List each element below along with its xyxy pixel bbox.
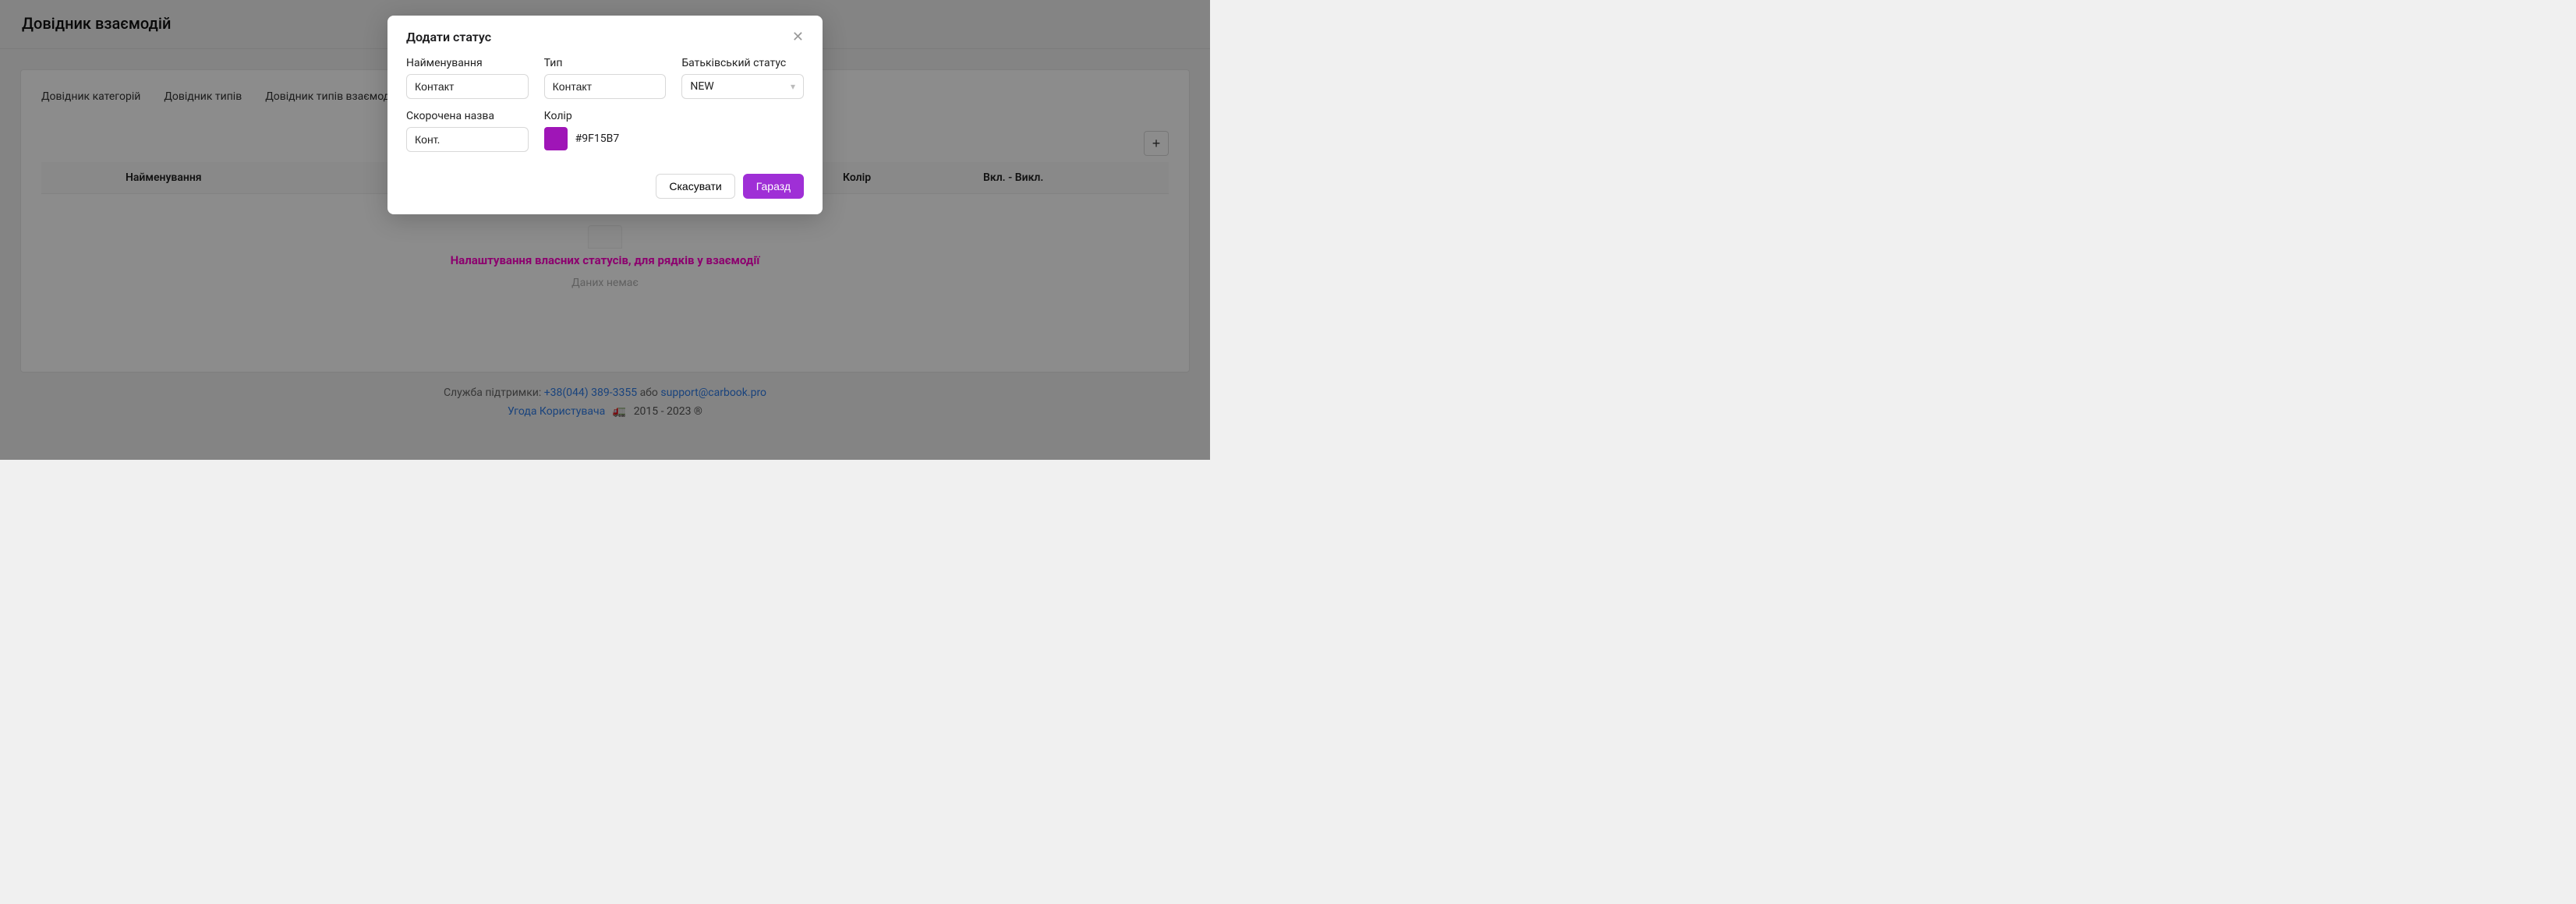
label-type: Тип (544, 57, 667, 69)
color-swatch[interactable] (544, 127, 568, 150)
label-parent: Батьківський статус (681, 57, 804, 69)
select-parent[interactable]: NEW ▾ (681, 74, 804, 99)
color-row: #9F15B7 (544, 127, 667, 150)
add-status-modal: Додати статус ✕ Найменування Тип Батьків… (387, 16, 823, 214)
input-name[interactable] (406, 74, 529, 99)
modal-header: Додати статус ✕ (387, 16, 823, 51)
field-parent: Батьківський статус NEW ▾ (681, 57, 804, 99)
color-value: #9F15B7 (575, 132, 620, 145)
modal-title: Додати статус (406, 30, 491, 44)
field-name: Найменування (406, 57, 529, 99)
field-color: Колір #9F15B7 (544, 110, 667, 152)
chevron-down-icon: ▾ (791, 81, 795, 92)
modal-footer: Скасувати Гаразд (387, 166, 823, 214)
modal-body: Найменування Тип Батьківський статус NEW… (387, 51, 823, 166)
ok-button[interactable]: Гаразд (743, 174, 804, 199)
modal-close-button[interactable]: ✕ (792, 30, 804, 44)
field-type: Тип (544, 57, 667, 99)
input-short[interactable] (406, 127, 529, 152)
label-short: Скорочена назва (406, 110, 529, 122)
input-type[interactable] (544, 74, 667, 99)
cancel-button[interactable]: Скасувати (656, 174, 734, 199)
label-color: Колір (544, 110, 667, 122)
label-name: Найменування (406, 57, 529, 69)
field-short: Скорочена назва (406, 110, 529, 152)
select-parent-value: NEW (690, 80, 713, 93)
close-icon: ✕ (792, 29, 804, 44)
